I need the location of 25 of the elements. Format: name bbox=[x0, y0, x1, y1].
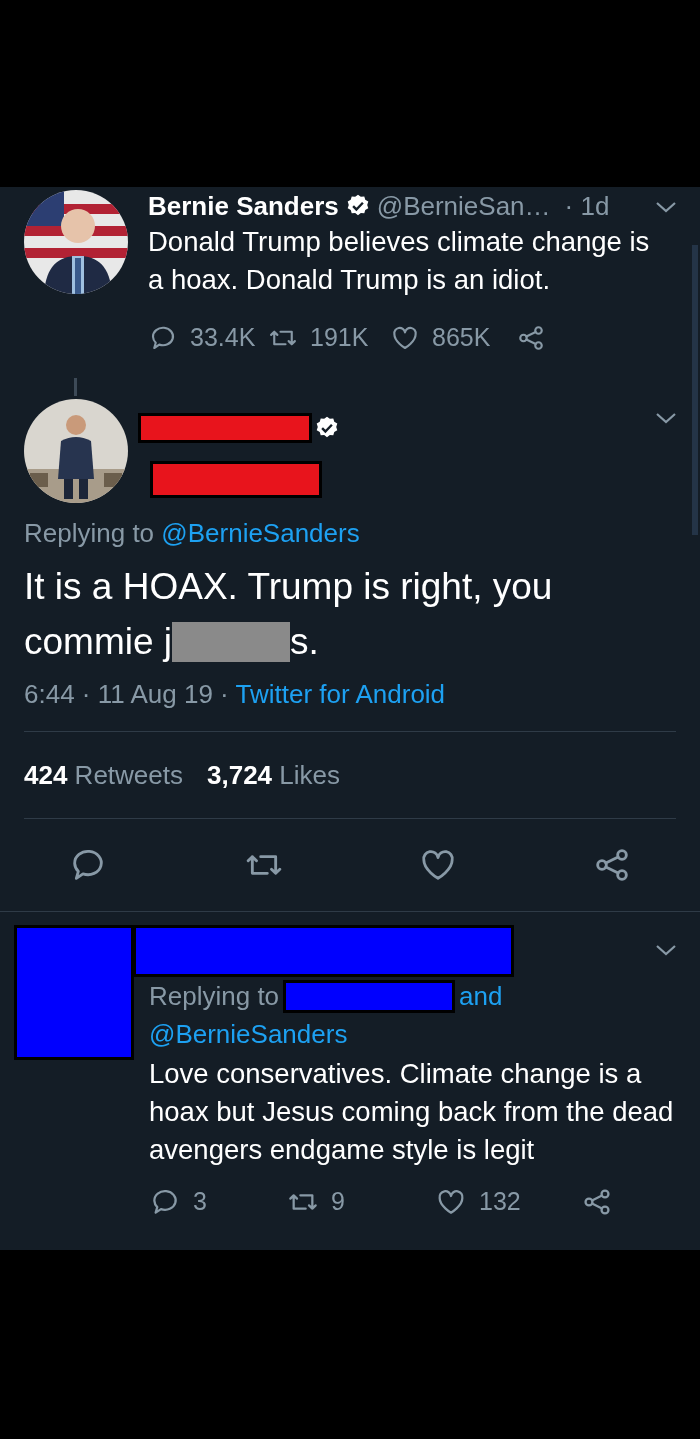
source-link[interactable]: Twitter for Android bbox=[235, 679, 446, 709]
tweet-text: It is a HOAX. Trump is right, you commie j s. bbox=[24, 565, 554, 664]
scrollbar[interactable] bbox=[692, 245, 698, 535]
chevron-down-icon[interactable] bbox=[654, 942, 678, 958]
retweet-button[interactable]: 9 bbox=[287, 1183, 345, 1221]
retweet-button[interactable]: 191K bbox=[268, 319, 369, 357]
mention-link[interactable]: @BernieSanders bbox=[161, 518, 360, 548]
thread-line bbox=[74, 378, 77, 396]
stat-count[interactable]: 424 Retweets bbox=[24, 755, 183, 795]
replying-to-text: Replying to @BernieSanders bbox=[24, 517, 361, 550]
reply-button[interactable]: 33.4K bbox=[148, 319, 256, 357]
tweet-timestamp: 6:44 · 11 Aug 19 · bbox=[24, 679, 229, 709]
replying-to-text: Replying to and @BernieSanders bbox=[148, 979, 504, 1051]
tweet-time: · 1d bbox=[564, 189, 610, 223]
mention-link[interactable]: @BernieSanders bbox=[149, 1019, 348, 1049]
author-name[interactable]: Bernie Sanders bbox=[148, 186, 339, 226]
like-button[interactable]: 132 bbox=[435, 1183, 521, 1221]
tweet-text: Donald Trump believes climate change is a hoax. Donald Trump is an idiot. bbox=[148, 225, 651, 297]
stat-count[interactable]: 3,724 Likes bbox=[207, 755, 340, 795]
tweet-text: Love conservatives. Climate change is a hoax but Jesus coming back from the dead avengers endgame style is legit bbox=[148, 1057, 675, 1167]
reply-button[interactable]: 3 bbox=[149, 1183, 207, 1221]
author-handle[interactable]: @BernieSan… bbox=[376, 186, 551, 226]
chevron-down-icon[interactable] bbox=[654, 199, 678, 215]
chevron-down-icon[interactable] bbox=[654, 410, 678, 426]
like-button[interactable]: 865K bbox=[390, 319, 491, 357]
